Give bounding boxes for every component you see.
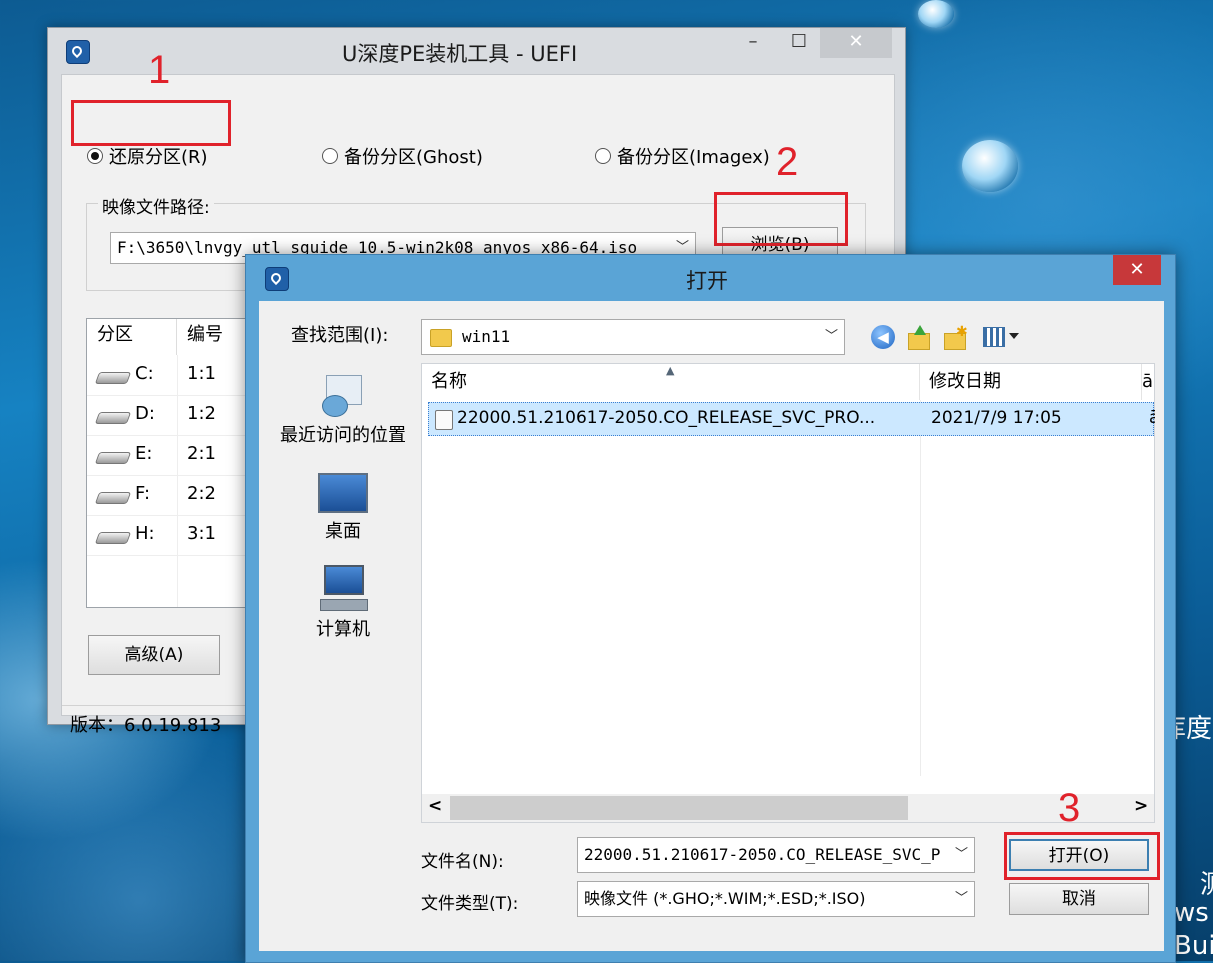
- radio-dot: [322, 148, 338, 164]
- iso-file-icon: [435, 410, 453, 430]
- radio-dot: [595, 148, 611, 164]
- file-row[interactable]: 22000.51.210617-2050.CO_RELEASE_SVC_PRO.…: [428, 402, 1155, 436]
- radio-label: 备份分区(Ghost): [344, 147, 483, 168]
- step2-highlight: [714, 192, 848, 246]
- filename-label: 文件名(N):: [421, 852, 504, 872]
- place-computer[interactable]: 计算机: [269, 565, 417, 641]
- partition-number: 1:1: [187, 363, 216, 384]
- folder-icon: [430, 329, 452, 347]
- version-text: 版本：6.0.19.813: [70, 715, 222, 736]
- drive-letter: H:: [135, 523, 155, 544]
- sort-up-icon: ▲: [666, 364, 675, 377]
- window-title: U深度PE装机工具 - UEFI: [342, 42, 578, 66]
- look-in-combobox[interactable]: win11 ﹀: [421, 319, 845, 355]
- restore-partition-radio[interactable]: 还原分区(R): [87, 143, 208, 169]
- cancel-button[interactable]: 取消: [1009, 883, 1149, 915]
- partition-number: 2:1: [187, 443, 216, 464]
- filetype-label: 文件类型(T):: [421, 894, 519, 914]
- new-folder-icon[interactable]: ✱: [942, 325, 968, 350]
- partition-number: 3:1: [187, 523, 216, 544]
- drive-letter: C:: [135, 363, 154, 384]
- drive-icon: [94, 412, 132, 424]
- title-bar[interactable]: U深度PE装机工具 - UEFI – ☐ ✕: [48, 28, 905, 74]
- drive-icon: [94, 532, 132, 544]
- backup-ghost-radio[interactable]: 备份分区(Ghost): [322, 143, 483, 169]
- app-icon: [265, 267, 289, 291]
- radio-label: 备份分区(Imagex): [617, 147, 770, 168]
- desktop-icon: [318, 473, 368, 513]
- view-menu-icon[interactable]: [983, 327, 1021, 351]
- maximize-button[interactable]: ☐: [782, 28, 816, 58]
- chevron-down-icon: ﹀: [824, 329, 838, 344]
- place-label: 桌面: [325, 521, 361, 542]
- filename-value: 22000.51.210617-2050.CO_RELEASE_SVC_P: [584, 845, 941, 864]
- up-folder-icon[interactable]: [906, 325, 930, 350]
- drive-letter: D:: [135, 403, 155, 424]
- look-in-value: win11: [462, 327, 511, 346]
- step3-highlight: [1004, 832, 1160, 880]
- filetype-combobox[interactable]: 映像文件 (*.GHO;*.WIM;*.ESD;*.ISO) ﹀: [577, 881, 975, 917]
- step2-number: 2: [776, 140, 799, 184]
- chevron-down-icon: ﹀: [954, 847, 968, 862]
- radio-dot: [87, 148, 103, 164]
- place-recent[interactable]: 最近访问的位置: [269, 371, 417, 447]
- column-header-more[interactable]: ā: [1142, 364, 1156, 400]
- look-in-label: 查找范围(I):: [291, 325, 389, 346]
- app-icon: [66, 40, 90, 64]
- file-extra-column: ā: [1149, 408, 1155, 428]
- water-drop: [962, 140, 1018, 192]
- scroll-right-button[interactable]: >: [1134, 796, 1148, 816]
- recent-places-icon: [318, 371, 368, 417]
- back-icon[interactable]: ◀: [871, 325, 895, 349]
- place-label: 最近访问的位置: [280, 425, 406, 446]
- step3-number: 3: [1058, 786, 1081, 830]
- partition-number: 1:2: [187, 403, 216, 424]
- drive-letter: E:: [135, 443, 153, 464]
- column-header-modified[interactable]: 修改日期: [920, 364, 1142, 400]
- dialog-close-button[interactable]: ✕: [1113, 255, 1161, 285]
- file-name: 22000.51.210617-2050.CO_RELEASE_SVC_PRO.…: [457, 408, 876, 428]
- drive-letter: F:: [135, 483, 151, 504]
- water-drop: [918, 0, 954, 28]
- advanced-button[interactable]: 高级(A): [88, 635, 220, 675]
- desktop-text: ws 8: [1174, 898, 1213, 928]
- place-label: 计算机: [316, 619, 370, 640]
- chevron-down-icon: ﹀: [954, 891, 968, 906]
- file-list: 名称 ▲ 修改日期 ā 22000.51.210617-2050.CO_RELE…: [421, 363, 1155, 823]
- filetype-value: 映像文件 (*.GHO;*.WIM;*.ESD;*.ISO): [584, 889, 866, 908]
- scroll-left-button[interactable]: <: [428, 796, 442, 816]
- drive-icon: [94, 492, 132, 504]
- desktop-text: 测: [1200, 864, 1213, 901]
- desktop-text: Bui: [1174, 931, 1213, 961]
- computer-icon: [318, 565, 368, 611]
- drive-icon: [94, 372, 132, 384]
- close-button[interactable]: ✕: [820, 28, 892, 58]
- minimize-button[interactable]: –: [736, 28, 770, 58]
- drive-icon: [94, 452, 132, 464]
- partition-number: 2:2: [187, 483, 216, 504]
- backup-imagex-radio[interactable]: 备份分区(Imagex): [595, 143, 770, 169]
- radio-label: 还原分区(R): [109, 147, 208, 168]
- step1-number: 1: [148, 48, 171, 92]
- column-header-partition[interactable]: 分区: [87, 319, 177, 355]
- scrollbar-thumb[interactable]: [450, 796, 908, 820]
- dialog-title-bar[interactable]: 打开 ✕: [246, 255, 1175, 301]
- place-desktop[interactable]: 桌面: [269, 473, 417, 543]
- step1-highlight: [71, 100, 231, 146]
- image-path-label: 映像文件路径:: [98, 193, 214, 218]
- horizontal-scrollbar[interactable]: < >: [422, 794, 1154, 822]
- filename-combobox[interactable]: 22000.51.210617-2050.CO_RELEASE_SVC_P ﹀: [577, 837, 975, 873]
- file-modified: 2021/7/9 17:05: [931, 408, 1062, 428]
- dialog-title: 打开: [686, 269, 728, 293]
